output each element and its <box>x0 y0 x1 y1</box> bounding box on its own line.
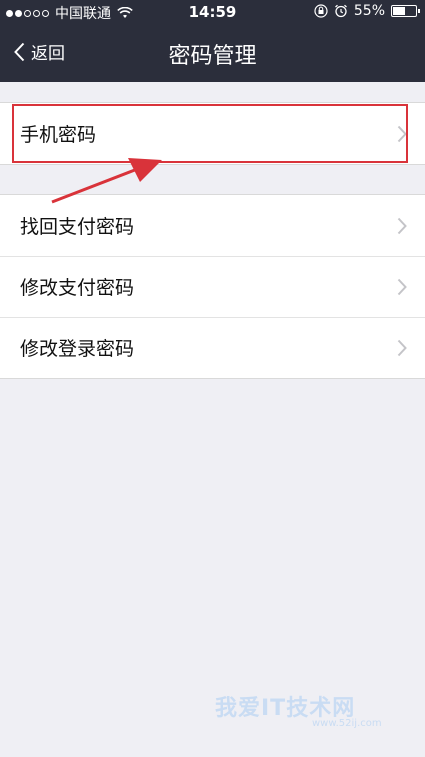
page-title: 密码管理 <box>168 44 257 69</box>
chevron-right-icon <box>397 278 407 296</box>
battery-icon <box>391 5 420 17</box>
status-bar: 中国联通 14:59 55% <box>0 0 425 24</box>
list-item-recover-pay-password[interactable]: 找回支付密码 <box>0 195 425 256</box>
settings-group-payment: 找回支付密码 修改支付密码 修改登录密码 <box>0 194 425 379</box>
status-right: 55% <box>314 3 420 19</box>
alarm-icon <box>334 4 347 18</box>
list-item-change-login-password[interactable]: 修改登录密码 <box>0 317 425 378</box>
annotation-highlight-box <box>12 104 408 163</box>
chevron-right-icon <box>397 217 407 235</box>
list-item-label: 修改登录密码 <box>20 338 135 360</box>
chevron-right-icon <box>397 339 407 357</box>
list-item-label: 找回支付密码 <box>20 216 135 238</box>
battery-fill <box>393 7 406 15</box>
battery-percent: 55% <box>353 3 385 19</box>
list-item-change-pay-password[interactable]: 修改支付密码 <box>0 256 425 317</box>
list-item-label: 修改支付密码 <box>20 277 135 299</box>
navigation-bar: 返回 密码管理 <box>0 24 425 82</box>
rotation-lock-icon <box>314 4 328 18</box>
watermark-url: www.52ij.com <box>312 718 382 729</box>
